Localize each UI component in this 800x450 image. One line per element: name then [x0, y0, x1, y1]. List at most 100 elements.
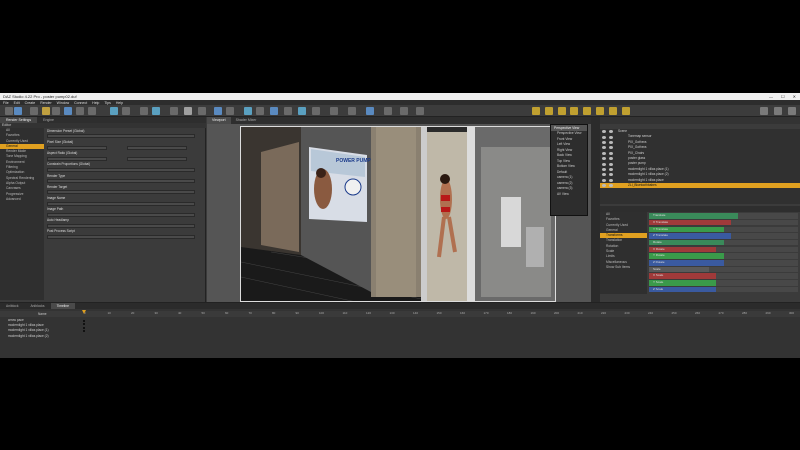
selectability-icon[interactable]	[609, 173, 613, 177]
parameter-slider[interactable]: Rotate	[649, 239, 798, 246]
close-button[interactable]: ✕	[793, 94, 796, 99]
render-property-field[interactable]	[47, 223, 195, 228]
menu-render[interactable]: Render	[40, 101, 51, 105]
selectability-icon[interactable]	[609, 157, 613, 161]
render-property-field[interactable]	[47, 212, 195, 217]
toolbar-tool-icon[interactable]	[284, 107, 292, 115]
toolbar-tool-icon[interactable]	[42, 107, 50, 115]
toolbar-tool-icon[interactable]	[88, 107, 96, 115]
render-property-field[interactable]	[47, 235, 195, 240]
parameter-slider[interactable]: Z Rotate	[649, 260, 798, 266]
visibility-eye-icon[interactable]	[602, 151, 606, 155]
toolbar-tool-icon[interactable]	[583, 107, 591, 115]
render-property-field[interactable]	[47, 179, 195, 184]
toolbar-tool-icon[interactable]	[416, 107, 424, 115]
selectability-icon[interactable]	[609, 135, 613, 139]
parameter-slider[interactable]: Y Scale	[649, 280, 798, 286]
tab-shader-mixer[interactable]: Shader Mixer	[231, 117, 262, 124]
tab-aniblocks[interactable]: Aniblocks	[24, 303, 50, 309]
toolbar-tool-icon[interactable]	[5, 107, 13, 115]
menu-help-2[interactable]: Help	[116, 101, 123, 105]
view-menu-item[interactable]: AV View	[551, 192, 587, 198]
menu-file[interactable]: File	[3, 101, 9, 105]
keyframe-marker[interactable]	[83, 330, 85, 333]
toolbar-tool-icon[interactable]	[256, 107, 264, 115]
toolbar-tool-icon[interactable]	[558, 107, 566, 115]
toolbar-tool-icon[interactable]	[110, 107, 118, 115]
toolbar-tool-icon[interactable]	[122, 107, 130, 115]
render-property-field[interactable]	[47, 156, 107, 161]
visibility-eye-icon[interactable]	[602, 135, 606, 139]
parameter-slider[interactable]: Y Translate	[649, 226, 798, 233]
side-tab-strip[interactable]	[591, 117, 600, 302]
visibility-eye-icon[interactable]	[602, 162, 606, 166]
keyframe-marker[interactable]	[83, 319, 85, 322]
selectability-icon[interactable]	[609, 130, 613, 134]
toolbar-tool-icon[interactable]	[348, 107, 356, 115]
visibility-eye-icon[interactable]	[602, 167, 606, 171]
visibility-eye-icon[interactable]	[602, 184, 606, 188]
menu-tips[interactable]: Tips	[104, 101, 110, 105]
visibility-eye-icon[interactable]	[602, 146, 606, 150]
tab-viewport[interactable]: Viewport	[207, 117, 231, 124]
toolbar-tool-icon[interactable]	[788, 107, 796, 115]
parameter-category-item[interactable]: Show Sub Items	[600, 265, 647, 270]
render-property-field[interactable]	[47, 134, 195, 139]
selectability-icon[interactable]	[609, 167, 613, 171]
toolbar-tool-icon[interactable]	[270, 107, 278, 115]
menu-edit[interactable]: Edit	[14, 101, 20, 105]
render-property-field[interactable]	[127, 156, 187, 161]
keyframe-marker[interactable]	[83, 323, 85, 326]
render-property-field[interactable]	[127, 145, 187, 150]
parameter-slider[interactable]: X Translate	[649, 219, 798, 226]
menu-help[interactable]: Help	[92, 101, 99, 105]
3d-viewport[interactable]: POWER PUMP Perspective View Perspective …	[207, 124, 591, 302]
toolbar-tool-icon[interactable]	[532, 107, 540, 115]
tab-aniblock[interactable]: Aniblock	[0, 303, 24, 309]
toolbar-tool-icon[interactable]	[244, 107, 252, 115]
selectability-icon[interactable]	[609, 140, 613, 144]
toolbar-tool-icon[interactable]	[366, 107, 374, 115]
visibility-eye-icon[interactable]	[602, 130, 606, 134]
toolbar-tool-icon[interactable]	[52, 107, 60, 115]
toolbar-tool-icon[interactable]	[64, 107, 72, 115]
parameter-slider[interactable]: Z Translate	[649, 233, 798, 239]
keyframe-marker[interactable]	[83, 326, 85, 329]
parameter-slider[interactable]: Z Scale	[649, 286, 798, 293]
tab-timeline[interactable]: Timeline	[50, 303, 75, 309]
scene-tree-row[interactable]: ZLI_Bluetoothbabes	[600, 182, 800, 189]
parameter-slider[interactable]: Scale	[649, 266, 798, 273]
toolbar-tool-icon[interactable]	[330, 107, 338, 115]
toolbar-tool-icon[interactable]	[384, 107, 392, 115]
toolbar-tool-icon[interactable]	[184, 107, 192, 115]
timeline-track-row[interactable]: modernlight 1 villas place (2)	[0, 334, 84, 339]
maximize-button[interactable]: ☐	[781, 94, 785, 99]
render-scene[interactable]: POWER PUMP	[240, 126, 556, 302]
toolbar-tool-icon[interactable]	[76, 107, 84, 115]
parameter-slider[interactable]: X Rotate	[649, 246, 798, 253]
toolbar-tool-icon[interactable]	[609, 107, 617, 115]
parameter-slider[interactable]: Translate	[649, 213, 798, 219]
toolbar-tool-icon[interactable]	[622, 107, 630, 115]
selectability-icon[interactable]	[609, 184, 613, 188]
menu-window[interactable]: Window	[57, 101, 69, 105]
selectability-icon[interactable]	[609, 178, 613, 182]
timeline-ruler[interactable]: 0 10 20 30 40 50 60 70 80 90 100 110 120 130 140 150 160…	[84, 311, 800, 317]
toolbar-tool-icon[interactable]	[298, 107, 306, 115]
minimize-button[interactable]: —	[769, 94, 773, 99]
toolbar-tool-icon[interactable]	[545, 107, 553, 115]
toolbar-tool-icon[interactable]	[30, 107, 38, 115]
render-property-field[interactable]	[47, 190, 195, 195]
visibility-eye-icon[interactable]	[602, 157, 606, 161]
menu-connect[interactable]: Connect	[74, 101, 87, 105]
render-property-field[interactable]	[47, 167, 195, 172]
toolbar-tool-icon[interactable]	[596, 107, 604, 115]
parameter-slider[interactable]: X Scale	[649, 273, 798, 279]
toolbar-tool-icon[interactable]	[170, 107, 178, 115]
toolbar-tool-icon[interactable]	[312, 107, 320, 115]
view-selector-menu[interactable]: Perspective View Perspective View Front V…	[550, 124, 588, 216]
toolbar-tool-icon[interactable]	[774, 107, 782, 115]
render-category-item[interactable]: Advanced	[0, 197, 44, 202]
selectability-icon[interactable]	[609, 151, 613, 155]
selectability-icon[interactable]	[609, 146, 613, 150]
